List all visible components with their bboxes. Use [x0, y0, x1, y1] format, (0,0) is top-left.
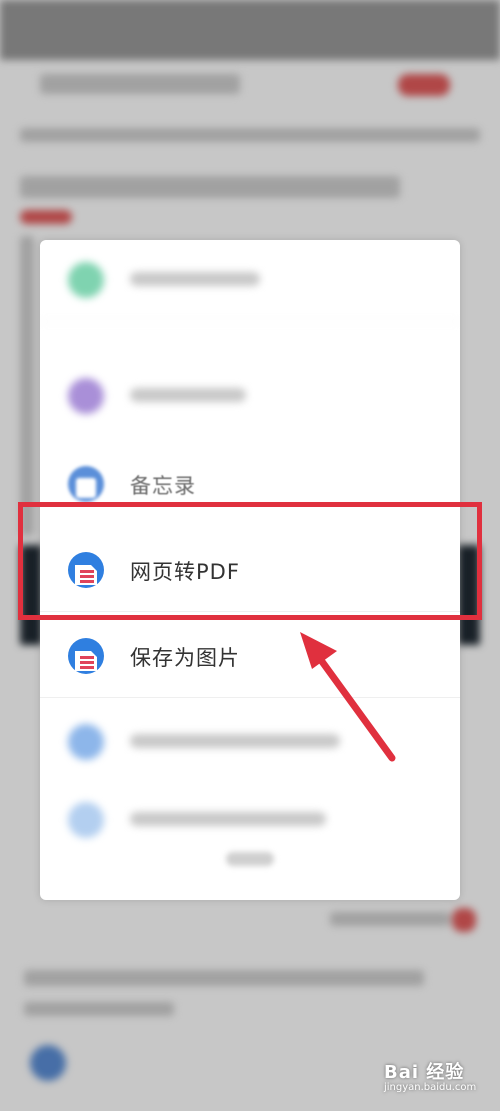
watermark-url: jingyan.baidu.com — [384, 1082, 477, 1093]
red-arrow-icon — [300, 632, 396, 762]
watermark-logo: Bai 经验 — [384, 1062, 465, 1083]
